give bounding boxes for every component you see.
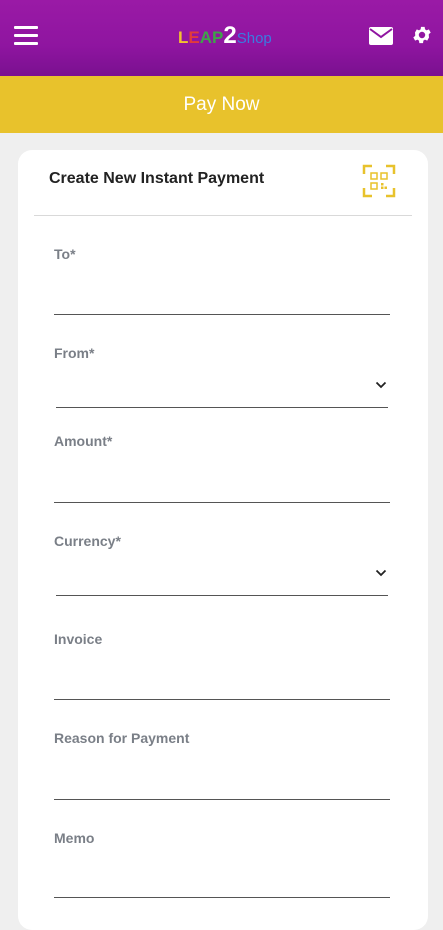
qr-scan-icon[interactable] [362, 164, 396, 198]
form-title: Create New Instant Payment [49, 170, 265, 187]
logo-part: L [178, 28, 189, 47]
menu-icon[interactable] [14, 26, 38, 46]
chevron-down-icon[interactable] [375, 381, 387, 389]
reason-label: Reason for Payment [54, 730, 190, 746]
memo-label: Memo [54, 830, 95, 846]
from-label: From* [54, 345, 95, 361]
reason-input[interactable] [54, 760, 394, 798]
from-select[interactable] [56, 368, 388, 404]
reason-underline [54, 799, 390, 800]
payment-form-card: Create New Instant Payment To* From* Amo… [18, 150, 428, 930]
amount-underline [54, 502, 390, 503]
logo-part: Shop [236, 30, 272, 47]
to-input[interactable] [54, 275, 394, 313]
memo-input[interactable] [54, 858, 394, 896]
currency-select[interactable] [56, 556, 388, 592]
invoice-underline [54, 699, 390, 700]
app-header: LEAP2Shop [0, 0, 443, 76]
to-underline [54, 314, 390, 315]
to-label: To* [54, 246, 76, 262]
amount-label: Amount* [54, 433, 113, 449]
invoice-label: Invoice [54, 631, 103, 647]
memo-underline [54, 897, 390, 898]
from-underline [56, 407, 388, 408]
title-divider [34, 215, 412, 216]
mail-icon[interactable] [369, 27, 393, 45]
chevron-down-icon[interactable] [375, 569, 387, 577]
currency-underline [56, 595, 388, 596]
app-logo: LEAP2Shop [178, 22, 272, 50]
gear-icon[interactable] [411, 24, 433, 46]
invoice-input[interactable] [54, 660, 394, 698]
currency-label: Currency* [54, 533, 121, 549]
logo-part: E [188, 28, 200, 47]
logo-part: 2 [223, 22, 237, 49]
pay-now-label: Pay Now [183, 93, 260, 115]
logo-part: AP [199, 28, 224, 47]
pay-now-tab[interactable]: Pay Now [0, 76, 443, 133]
amount-input[interactable] [54, 463, 394, 501]
